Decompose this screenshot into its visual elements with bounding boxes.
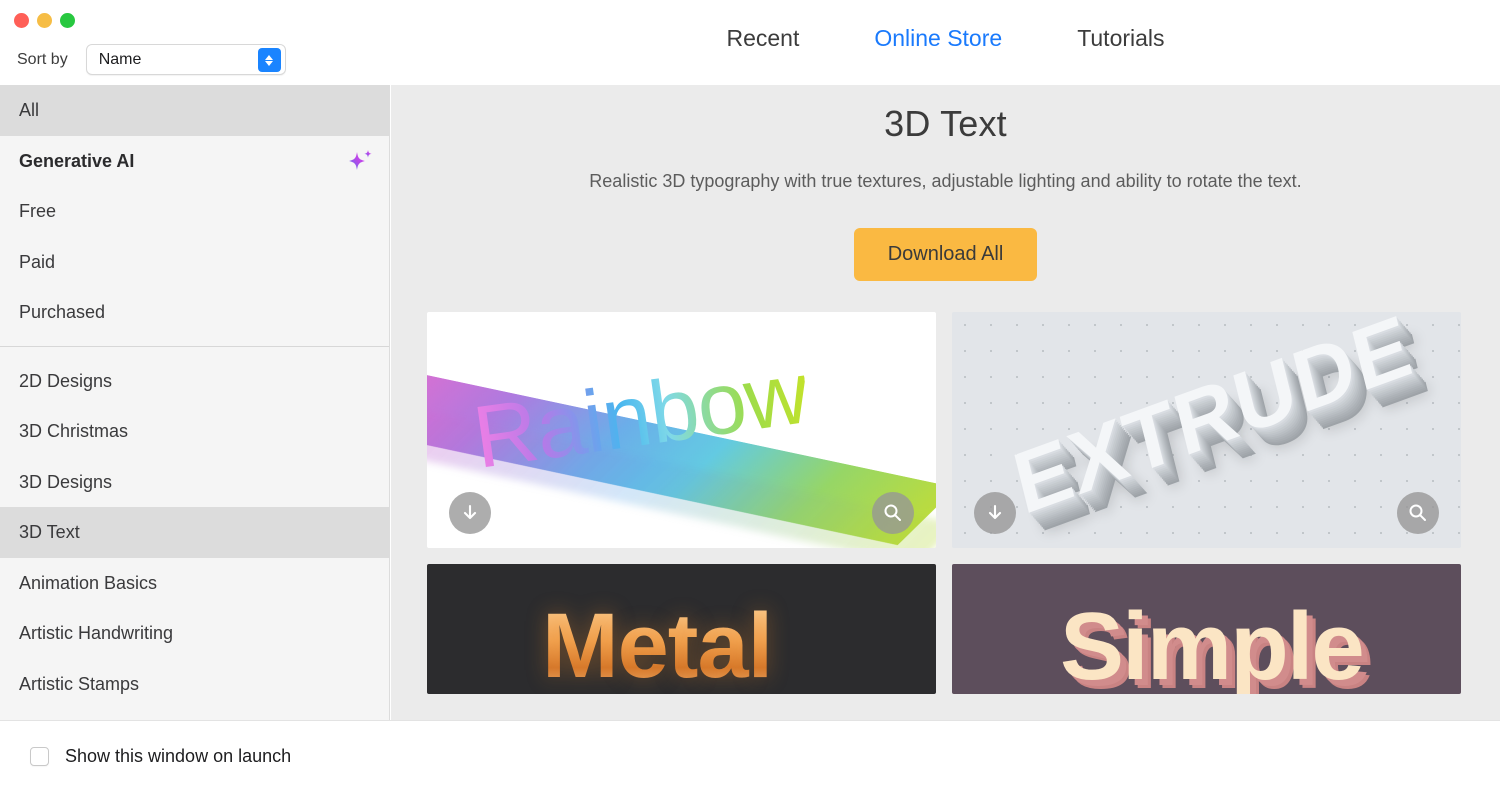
sidebar-item-3d-designs[interactable]: 3D Designs xyxy=(0,457,389,508)
top-tab-bar: Recent Online Store Tutorials xyxy=(391,0,1500,85)
sidebar-item-label: Artistic Handwriting xyxy=(19,623,174,644)
sidebar-item-label: 2D Designs xyxy=(19,370,113,391)
sort-by-label: Sort by xyxy=(17,50,68,68)
sidebar-item-free[interactable]: Free xyxy=(0,186,389,237)
sort-by-row: Sort by Name xyxy=(17,44,286,75)
titlebar: Sort by Name xyxy=(0,0,390,85)
template-card-simple[interactable]: Simple xyxy=(952,564,1461,694)
download-icon[interactable] xyxy=(449,492,491,534)
template-card-metal[interactable]: Metal xyxy=(427,564,936,694)
sidebar-item-purchased[interactable]: Purchased xyxy=(0,287,389,338)
tab-tutorials[interactable]: Tutorials xyxy=(1077,25,1164,52)
download-icon[interactable] xyxy=(974,492,1016,534)
sidebar-item-label: Animation Basics xyxy=(19,572,158,593)
sidebar-item-paid[interactable]: Paid xyxy=(0,237,389,288)
close-button[interactable] xyxy=(14,13,29,28)
sidebar-item-all[interactable]: All xyxy=(0,85,389,136)
minimize-button[interactable] xyxy=(37,13,52,28)
template-word: Simple xyxy=(1060,593,1365,694)
sidebar-item-label: Purchased xyxy=(19,302,106,323)
template-card-rainbow[interactable]: Rainbow xyxy=(427,312,936,548)
sidebar-divider xyxy=(0,345,389,347)
page-title: 3D Text xyxy=(884,103,1007,144)
sort-by-value: Name xyxy=(98,50,142,68)
rainbow-artwork: Rainbow xyxy=(427,312,936,548)
sidebar-item-artistic-stamps[interactable]: Artistic Stamps xyxy=(0,659,389,710)
chevron-updown-icon[interactable] xyxy=(257,48,281,72)
sidebar-item-label: Generative AI xyxy=(19,150,135,171)
show-on-launch-row[interactable]: Show this window on launch xyxy=(30,746,291,767)
sidebar: All Generative AI Free Paid Purchased 2D… xyxy=(0,85,390,720)
main-content: 3D Text Realistic 3D typography with tru… xyxy=(391,85,1500,720)
sidebar-item-2d-designs[interactable]: 2D Designs xyxy=(0,356,389,407)
application-window: Sort by Name Recent Online Store Tutoria… xyxy=(0,0,1500,797)
sidebar-item-label: 3D Christmas xyxy=(19,421,129,442)
traffic-light-controls xyxy=(14,13,75,28)
sidebar-item-3d-christmas[interactable]: 3D Christmas xyxy=(0,406,389,457)
maximize-button[interactable] xyxy=(60,13,75,28)
sidebar-item-label: All xyxy=(19,100,40,121)
tab-recent[interactable]: Recent xyxy=(726,25,799,52)
sidebar-item-label: 3D Designs xyxy=(19,471,113,492)
sort-by-select[interactable]: Name xyxy=(85,44,286,75)
show-on-launch-label: Show this window on launch xyxy=(65,746,292,766)
sidebar-item-generative-ai[interactable]: Generative AI xyxy=(0,136,389,187)
sidebar-item-artistic-handwriting[interactable]: Artistic Handwriting xyxy=(0,608,389,659)
template-grid: Rainbow EXTRUDE Metal Simple xyxy=(391,312,1500,694)
search-icon[interactable] xyxy=(872,492,914,534)
sidebar-item-label: Artistic Stamps xyxy=(19,673,140,694)
sidebar-item-3d-text[interactable]: 3D Text xyxy=(0,507,389,558)
tab-online-store[interactable]: Online Store xyxy=(874,25,1002,52)
sidebar-item-label: 3D Text xyxy=(19,522,80,543)
template-word: Metal xyxy=(542,594,773,694)
page-description: Realistic 3D typography with true textur… xyxy=(589,171,1302,191)
hero-section: 3D Text Realistic 3D typography with tru… xyxy=(391,85,1500,281)
sidebar-item-animation-basics[interactable]: Animation Basics xyxy=(0,558,389,609)
sidebar-item-label: Paid xyxy=(19,251,56,272)
sidebar-item-label: Free xyxy=(19,201,57,222)
sparkle-icon xyxy=(347,148,373,174)
template-card-extrude[interactable]: EXTRUDE xyxy=(952,312,1461,548)
download-all-button[interactable]: Download All xyxy=(853,228,1038,281)
search-icon[interactable] xyxy=(1397,492,1439,534)
footer-bar: Show this window on launch Online Regist… xyxy=(0,720,1500,797)
show-on-launch-checkbox[interactable] xyxy=(30,747,49,766)
